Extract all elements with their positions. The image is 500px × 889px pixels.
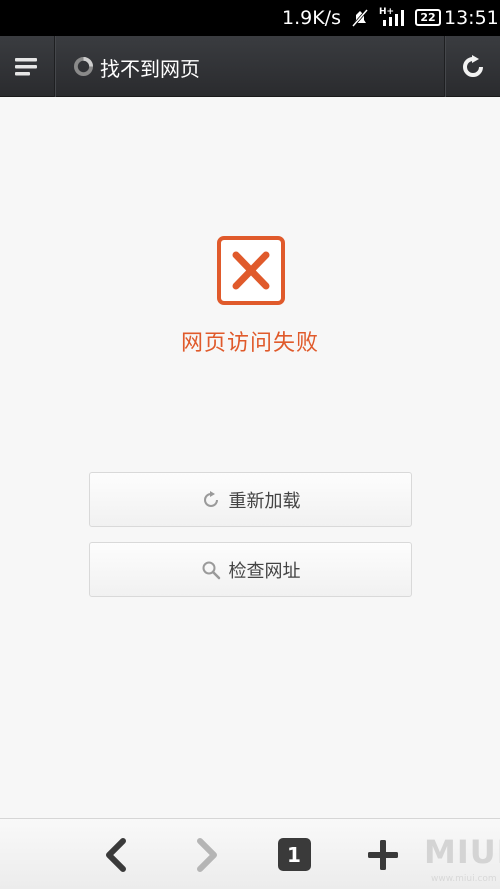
refresh-icon: [462, 54, 483, 77]
battery-level: 22: [420, 11, 436, 24]
status-bar: 1.9K/s H+ 22 13:51: [0, 0, 500, 36]
check-url-button[interactable]: 检查网址: [89, 542, 412, 597]
mute-icon: [351, 9, 369, 27]
page-title[interactable]: 找不到网页: [100, 53, 200, 82]
tabs-icon: 1: [277, 838, 311, 871]
miui-watermark-site: www.miui.com: [431, 874, 497, 884]
browser-toolbar: 找不到网页: [0, 36, 500, 97]
reload-label: 重新加载: [228, 490, 301, 512]
error-x-icon: [217, 236, 285, 305]
error-message: 网页访问失败: [180, 331, 319, 356]
menu-button[interactable]: [0, 36, 55, 97]
network-speed: 1.9K/s: [282, 7, 341, 29]
refresh-button[interactable]: [444, 36, 500, 97]
back-icon: [106, 837, 126, 872]
tabs-button[interactable]: 1: [264, 819, 324, 889]
reload-icon: [203, 490, 218, 507]
signal-icon: H+: [379, 7, 404, 26]
check-url-label: 检查网址: [228, 560, 301, 582]
miui-watermark: MIUI: [424, 833, 500, 871]
forward-button[interactable]: [177, 819, 237, 889]
page-status-icon: [74, 57, 93, 76]
hamburger-menu-icon: [15, 57, 37, 75]
battery-icon: 22: [415, 9, 441, 26]
clock: 13:51: [444, 7, 499, 29]
back-button[interactable]: [86, 819, 146, 889]
new-tab-button[interactable]: [353, 819, 413, 889]
network-type: H+: [379, 7, 394, 17]
reload-button[interactable]: 重新加载: [89, 472, 412, 527]
search-icon: [202, 561, 220, 579]
forward-icon: [197, 837, 217, 872]
new-tab-icon: [368, 839, 398, 870]
tab-count: 1: [287, 842, 301, 867]
